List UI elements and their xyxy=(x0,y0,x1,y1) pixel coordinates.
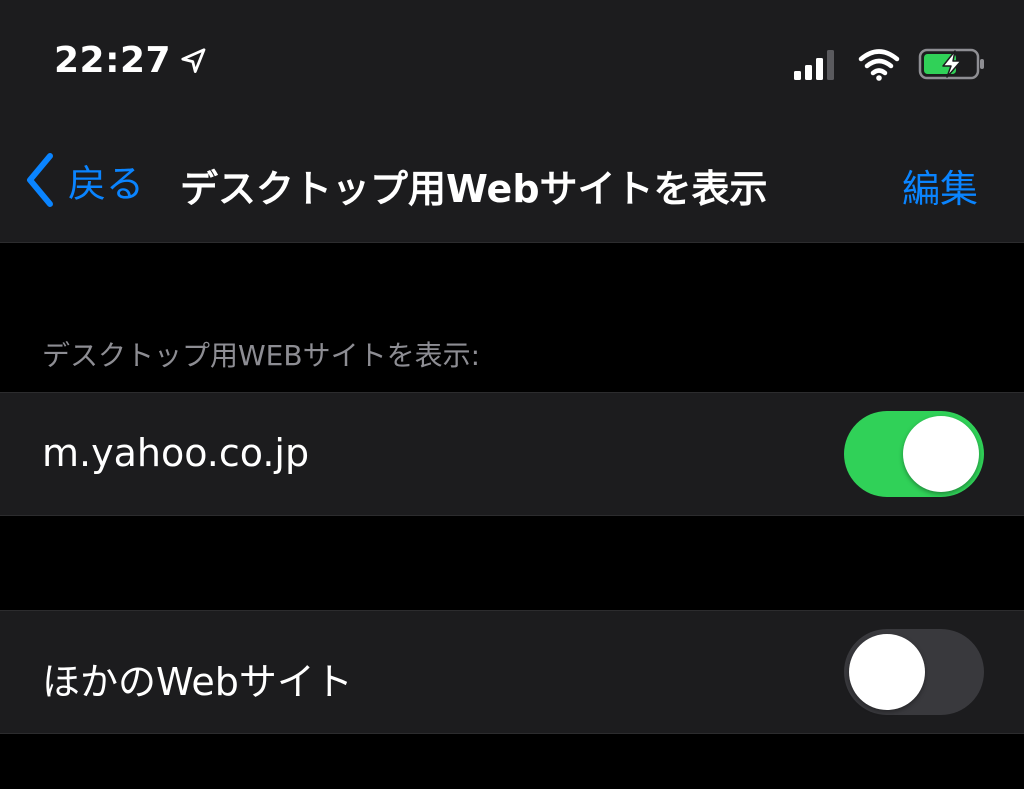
chevron-left-icon xyxy=(27,153,53,207)
other-sites-toggle[interactable] xyxy=(844,629,984,715)
navigation-bar: 戻る デスクトップ用Webサイトを表示 編集 xyxy=(0,130,1024,230)
site-toggle[interactable] xyxy=(844,411,984,497)
status-time: 22:27 xyxy=(54,40,209,81)
status-icons xyxy=(792,44,988,84)
wifi-icon xyxy=(858,49,900,81)
site-row: m.yahoo.co.jp xyxy=(0,392,1024,516)
toggle-knob xyxy=(849,634,925,710)
location-arrow-icon xyxy=(181,47,206,73)
settings-screen: 22:27 戻る デスクトップ用Webサイトを表示 編集 デスクトップ用WEBサ… xyxy=(0,0,1024,789)
site-row-label: m.yahoo.co.jp xyxy=(42,431,310,475)
signal-icon xyxy=(794,50,834,80)
page-title: デスクトップ用Webサイトを表示 xyxy=(180,167,768,211)
other-sites-row: ほかのWebサイト xyxy=(0,610,1024,734)
toggle-knob xyxy=(903,416,979,492)
back-button[interactable]: 戻る xyxy=(22,150,144,210)
status-time-text: 22:27 xyxy=(54,40,172,81)
top-bar: 22:27 戻る デスクトップ用Webサイトを表示 編集 xyxy=(0,0,1024,243)
battery-charging-icon xyxy=(918,48,984,80)
back-button-label: 戻る xyxy=(68,161,145,206)
other-sites-row-label: ほかのWebサイト xyxy=(42,660,353,704)
edit-button[interactable]: 編集 xyxy=(902,158,978,213)
section-header: デスクトップ用WEBサイトを表示: xyxy=(42,339,481,372)
